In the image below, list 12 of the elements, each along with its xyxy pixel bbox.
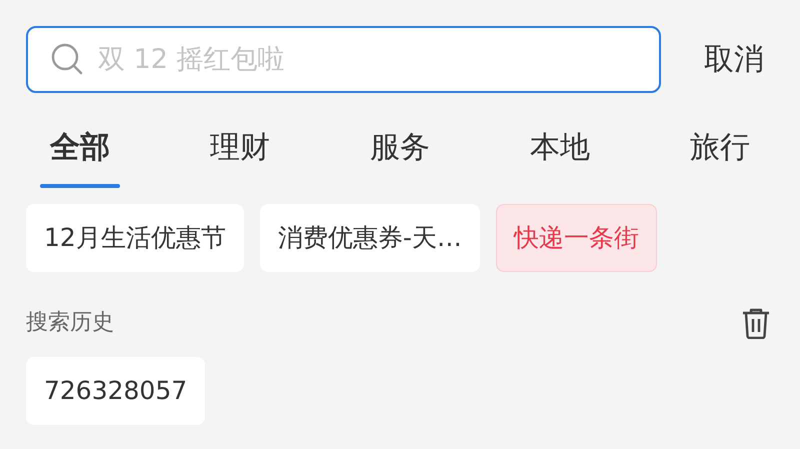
section-title: 搜索历史	[26, 309, 114, 337]
cancel-button[interactable]: 取消	[704, 37, 764, 82]
tab[interactable]: 本地	[480, 115, 640, 188]
tab[interactable]: 全部	[0, 115, 160, 188]
suggestion-chip[interactable]: 消费优惠券-天…	[260, 204, 480, 272]
trash-icon[interactable]	[741, 306, 771, 338]
search-field[interactable]: 双 12 摇红包啦	[26, 26, 661, 93]
history-chip[interactable]: 726328057	[26, 357, 206, 425]
tab[interactable]: 旅行	[640, 115, 800, 188]
tab[interactable]: 理财	[160, 115, 320, 188]
suggestion-chip[interactable]: 12月生活优惠节	[26, 204, 244, 272]
tab[interactable]: 服务	[320, 115, 480, 188]
